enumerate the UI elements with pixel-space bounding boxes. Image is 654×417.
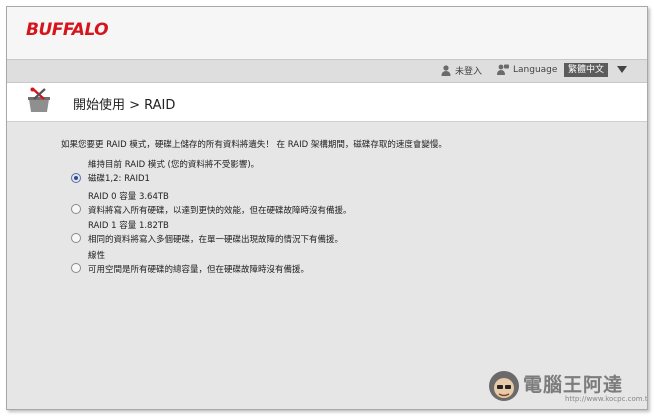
radio-linear[interactable] <box>71 263 81 273</box>
raid-option-detail: 相同的資料將寫入多個硬碟，在單一硬碟出現故障的情況下有備援。 <box>88 235 344 245</box>
browser-frame: BUFFALO 未登入 Language 繁體中文 開始使用 > RAID 如果… <box>6 6 648 410</box>
raid-option-detail: 資料將寫入所有硬碟，以達到更快的效能，但在硬碟故障時沒有備援。 <box>88 206 352 216</box>
radio-raid0[interactable] <box>71 204 81 214</box>
raid-warning-text: 如果您要更 RAID 模式，硬碟上儲存的所有資料將遺失！ 在 RAID 架構期間… <box>61 140 447 150</box>
raid-option-title: 維持目前 RAID 模式 (您的資料將不受影響)。 <box>88 160 260 170</box>
raid-option-title: RAID 1 容量 1.82TB <box>88 221 169 231</box>
raid-option-detail: 可用空間是所有硬碟的總容量，但在硬碟故障時沒有備援。 <box>88 265 310 275</box>
mascot-icon <box>487 369 521 407</box>
top-bar: BUFFALO <box>7 7 647 59</box>
radio-keep-current[interactable] <box>71 173 81 183</box>
raid-option-detail: 磁碟1,2: RAID1 <box>88 174 150 184</box>
user-icon <box>441 65 451 76</box>
watermark-url: http://www.kocpc.com.tw <box>565 395 648 403</box>
language-link[interactable]: Language <box>497 64 557 75</box>
buffalo-logo[interactable]: BUFFALO <box>26 20 109 40</box>
radio-raid1[interactable] <box>71 233 81 243</box>
watermark-text: 電腦王阿達 <box>523 374 624 396</box>
login-status-label: 未登入 <box>455 67 483 77</box>
raid-option-title: 線性 <box>88 251 106 261</box>
language-label: Language <box>513 64 558 75</box>
language-icon <box>497 64 509 75</box>
chevron-down-icon[interactable] <box>617 66 627 73</box>
language-select[interactable]: 繁體中文 <box>564 63 608 77</box>
utility-bar: 未登入 Language 繁體中文 <box>7 59 647 83</box>
page-header: 開始使用 > RAID <box>7 83 647 122</box>
raid-option-title: RAID 0 容量 3.64TB <box>88 192 169 202</box>
toolbox-icon <box>25 87 53 119</box>
login-status[interactable]: 未登入 <box>441 64 482 77</box>
page-title: 開始使用 > RAID <box>73 98 176 113</box>
watermark: 電腦王阿達 http://www.kocpc.com.tw <box>483 367 648 409</box>
